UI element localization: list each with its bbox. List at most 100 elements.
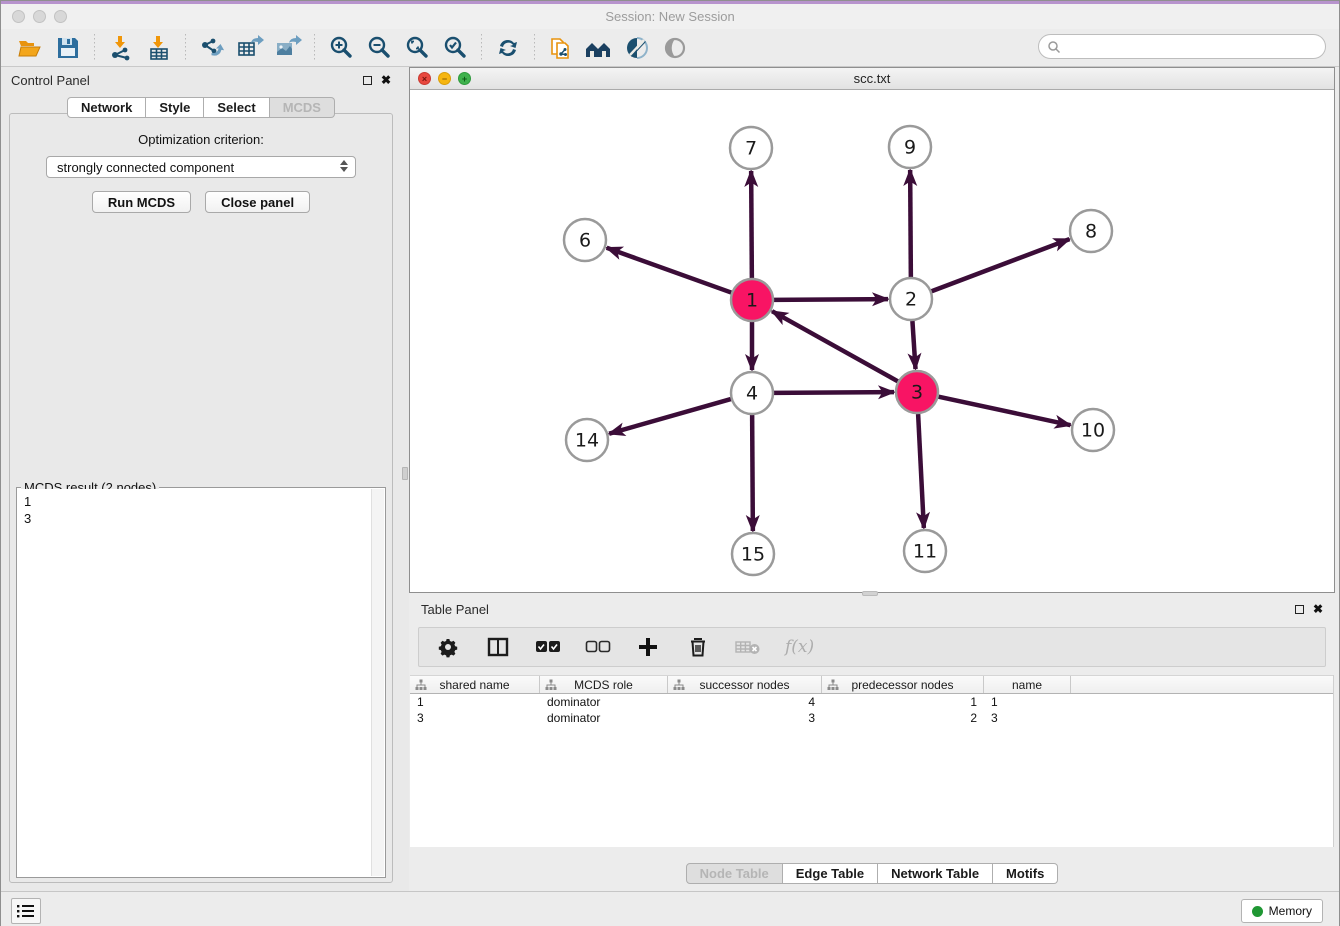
memory-button[interactable]: Memory [1241,899,1323,923]
delete-column-icon[interactable] [685,634,711,660]
open-file-icon[interactable] [15,33,45,63]
criterion-select[interactable]: strongly connected component [46,156,356,178]
graph-node-2[interactable]: 2 [890,278,932,320]
column-header-predecessor-nodes[interactable]: predecessor nodes [822,676,984,693]
unselect-all-columns-icon[interactable] [585,634,611,660]
mcds-result-item[interactable]: 3 [24,510,371,527]
network-canvas[interactable]: 1 2 3 4 6 7 8 9 10 11 14 15 [410,90,1334,592]
edge-3-11[interactable] [918,414,924,528]
splitter-grip[interactable] [402,467,408,480]
apply-layout-icon[interactable] [493,33,523,63]
graph-node-8[interactable]: 8 [1070,210,1112,252]
graph-node-6[interactable]: 6 [564,219,606,261]
table-cell[interactable]: dominator [540,710,668,726]
table-row[interactable]: 3dominator323 [410,710,1333,726]
table-cell[interactable]: 1 [410,694,540,710]
import-network-icon[interactable] [106,33,136,63]
close-table-panel-icon[interactable]: ✖ [1313,603,1323,615]
tab-node-table[interactable]: Node Table [686,863,783,884]
copy-network-icon[interactable] [546,33,576,63]
tab-network-table[interactable]: Network Table [878,863,993,884]
column-view-icon[interactable] [485,634,511,660]
show-hide-icon[interactable] [660,33,690,63]
table-cell[interactable]: 2 [822,710,984,726]
close-panel-button[interactable]: Close panel [205,191,310,213]
zoom-in-icon[interactable] [326,33,356,63]
window-title: Session: New Session [1,9,1339,24]
delete-table-icon[interactable] [735,634,761,660]
table-cell[interactable]: 1 [822,694,984,710]
function-builder-icon[interactable]: f(x) [785,637,814,657]
control-panel-header: Control Panel ✖ [1,67,401,93]
graph-node-14[interactable]: 14 [566,419,608,461]
float-panel-icon[interactable] [363,76,372,85]
edge-2-3[interactable] [912,321,915,369]
column-header-successor-nodes[interactable]: successor nodes [668,676,822,693]
export-image-icon[interactable] [273,33,303,63]
column-header-name[interactable]: name [984,676,1071,693]
zoom-selected-icon[interactable] [440,33,470,63]
network-window-titlebar[interactable]: scc.txt × − + [410,68,1334,90]
add-column-icon[interactable] [635,634,661,660]
tab-style[interactable]: Style [146,97,204,118]
table-cell[interactable]: dominator [540,694,668,710]
run-mcds-button[interactable]: Run MCDS [92,191,191,213]
edge-4-14[interactable] [609,399,731,434]
edge-1-7[interactable] [751,171,752,278]
graph-node-7[interactable]: 7 [730,127,772,169]
first-neighbors-icon[interactable] [584,33,614,63]
select-all-columns-icon[interactable] [535,634,561,660]
edge-3-10[interactable] [939,397,1071,426]
export-table-icon[interactable] [235,33,265,63]
graph-node-15[interactable]: 15 [732,533,774,575]
save-session-icon[interactable] [53,33,83,63]
float-table-panel-icon[interactable] [1295,605,1304,614]
graph-node-9[interactable]: 9 [889,126,931,168]
table-body: 1dominator4113dominator323 [410,694,1333,726]
column-header-shared-name[interactable]: shared name [410,676,540,693]
tab-edge-table[interactable]: Edge Table [783,863,878,884]
search-input[interactable] [1061,37,1325,57]
edge-1-2[interactable] [774,299,888,300]
network-graph[interactable]: 1 2 3 4 6 7 8 9 10 11 14 15 [410,90,1334,592]
graph-node-4[interactable]: 4 [731,372,773,414]
import-table-icon[interactable] [144,33,174,63]
node-label: 6 [579,230,591,252]
edge-1-6[interactable] [607,248,732,293]
graph-node-3[interactable]: 3 [896,371,938,413]
table-cell[interactable]: 3 [410,710,540,726]
result-scrollbar[interactable] [371,489,384,876]
edge-4-3[interactable] [774,392,894,393]
column-header-MCDS-role[interactable]: MCDS role [540,676,668,693]
main-toolbar [1,29,1339,67]
graph-node-10[interactable]: 10 [1072,409,1114,451]
graphics-details-icon[interactable] [622,33,652,63]
graph-node-1[interactable]: 1 [731,279,773,321]
tab-motifs[interactable]: Motifs [993,863,1058,884]
edge-2-9[interactable] [910,170,911,277]
table-row[interactable]: 1dominator411 [410,694,1333,710]
mcds-result-item[interactable]: 1 [24,493,371,510]
settings-gear-icon[interactable] [435,634,461,660]
close-panel-icon[interactable]: ✖ [381,74,391,86]
task-history-button[interactable] [11,898,41,924]
zoom-out-icon[interactable] [364,33,394,63]
panel-splitter[interactable] [401,67,409,891]
graph-node-11[interactable]: 11 [904,530,946,572]
node-label: 14 [575,430,599,452]
export-network-icon[interactable] [197,33,227,63]
tab-mcds[interactable]: MCDS [270,97,335,118]
table-cell[interactable]: 4 [668,694,822,710]
zoom-fit-icon[interactable] [402,33,432,63]
application-window: Session: New Session [0,0,1340,926]
table-cell[interactable]: 3 [668,710,822,726]
edge-4-15[interactable] [752,415,753,531]
tab-select[interactable]: Select [204,97,269,118]
table-cell[interactable]: 3 [984,710,1071,726]
table-cell[interactable]: 1 [984,694,1071,710]
edge-3-1[interactable] [772,311,898,381]
table-tabs: Node Table Edge Table Network Table Moti… [409,863,1335,884]
mcds-result-list[interactable]: 13 [18,489,371,876]
edge-2-8[interactable] [932,239,1070,291]
tab-network[interactable]: Network [67,97,146,118]
